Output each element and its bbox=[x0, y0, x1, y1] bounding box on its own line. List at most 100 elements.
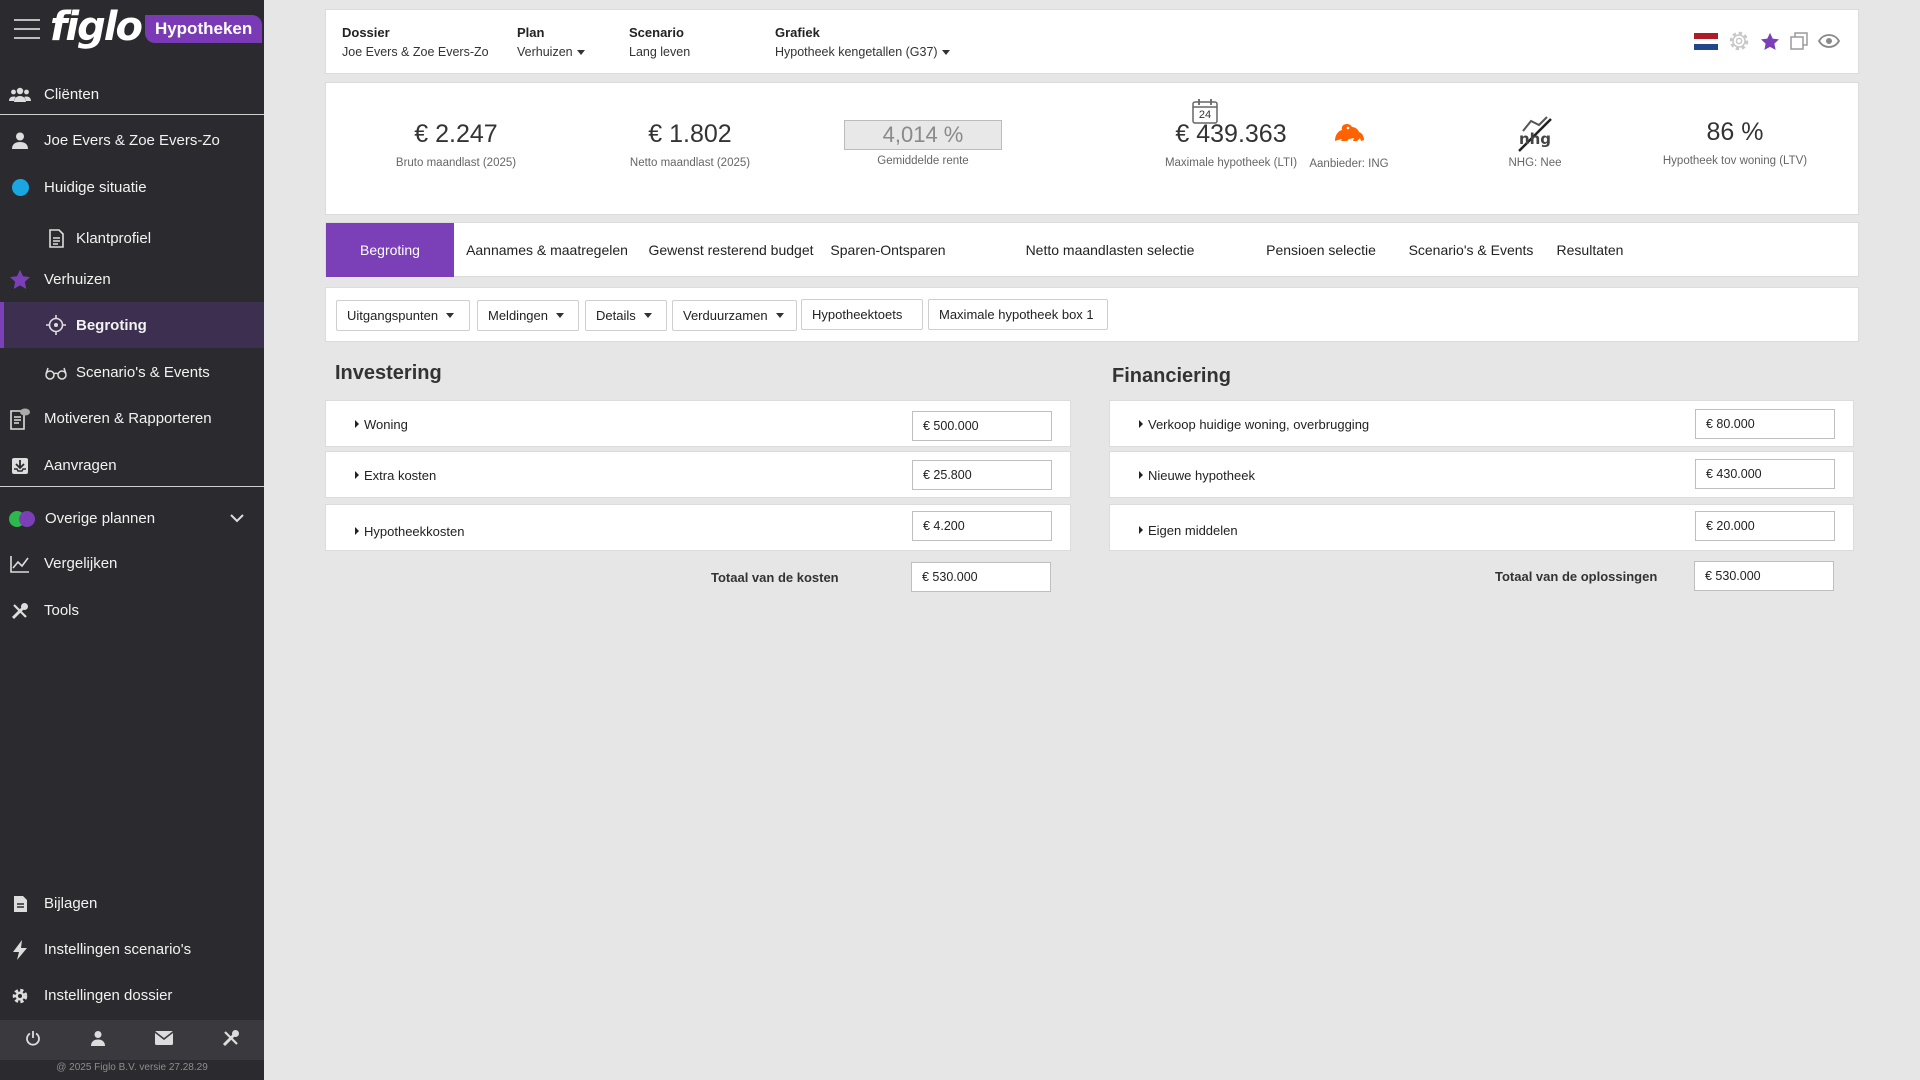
copy-icon[interactable] bbox=[1790, 32, 1808, 55]
sidebar-item-label: Tools bbox=[44, 602, 80, 619]
grafiek-dropdown[interactable]: Grafiek Hypotheek kengetallen (G37) bbox=[775, 25, 950, 59]
power-icon[interactable] bbox=[25, 1030, 41, 1051]
sidebar-item-aanvragen[interactable]: Aanvragen bbox=[0, 449, 264, 482]
tab-aannames[interactable]: Aannames & maatregelen bbox=[454, 223, 640, 277]
total-oplossingen-label: Totaal van de oplossingen bbox=[1495, 569, 1658, 584]
chevron-down-icon[interactable] bbox=[230, 510, 244, 527]
settings-icon[interactable] bbox=[1728, 30, 1750, 57]
plan-label: Plan bbox=[517, 25, 545, 40]
sidebar-item-instellingen-dossier[interactable]: Instellingen dossier bbox=[0, 979, 264, 1012]
sidebar-item-clienten[interactable]: Cliënten bbox=[0, 78, 264, 111]
sidebar-item-label: Huidige situatie bbox=[44, 179, 147, 196]
uitgangspunten-dropdown[interactable]: Uitgangspunten bbox=[336, 300, 470, 331]
tab-scenarios[interactable]: Scenario's & Events bbox=[1386, 223, 1556, 277]
tab-resultaten[interactable]: Resultaten bbox=[1538, 223, 1642, 277]
nhg-label: NHG: Nee bbox=[1508, 157, 1562, 169]
mail-icon[interactable] bbox=[154, 1030, 173, 1050]
caret-down-icon bbox=[556, 313, 564, 318]
hypotheekkosten-input[interactable]: € 4.200 bbox=[912, 511, 1052, 541]
total-oplossingen-value: € 530.000 bbox=[1694, 561, 1834, 591]
eigen-middelen-input[interactable]: € 20.000 bbox=[1695, 511, 1835, 541]
figlo-logo: figlo bbox=[50, 4, 143, 50]
verkoop-input[interactable]: € 80.000 bbox=[1695, 409, 1835, 439]
sidebar-item-tools[interactable]: Tools bbox=[0, 594, 264, 627]
tab-bar: Begroting Aannames & maatregelen Gewenst… bbox=[325, 222, 1859, 277]
toolbar: Uitgangspunten Meldingen Details Verduur… bbox=[325, 287, 1859, 342]
sidebar-item-huidige-situatie[interactable]: Huidige situatie bbox=[0, 171, 264, 204]
tab-gewenst-budget[interactable]: Gewenst resterend budget bbox=[640, 223, 822, 277]
bruto-value: € 2.247 bbox=[414, 120, 498, 148]
lightning-icon bbox=[9, 939, 31, 960]
sidebar-item-klantprofiel[interactable]: Klantprofiel bbox=[0, 222, 264, 255]
sidebar-item-overige-plannen[interactable]: Overige plannen bbox=[0, 502, 264, 535]
sidebar-item-label: Joe Evers & Zoe Evers-Zo bbox=[44, 132, 220, 149]
dossier-label: Dossier bbox=[342, 25, 390, 40]
extra-kosten-input[interactable]: € 25.800 bbox=[912, 460, 1052, 490]
investering-row-hypotheekkosten[interactable]: Hypotheekkosten € 4.200 bbox=[325, 504, 1071, 551]
financiering-row-eigen-middelen[interactable]: Eigen middelen € 20.000 bbox=[1109, 504, 1854, 551]
ing-lion-icon bbox=[1249, 119, 1449, 147]
tab-sparen[interactable]: Sparen-Ontsparen bbox=[822, 223, 954, 277]
verduurzamen-dropdown[interactable]: Verduurzamen bbox=[672, 300, 797, 331]
sidebar-item-bijlagen[interactable]: Bijlagen bbox=[0, 887, 264, 920]
sidebar-item-begroting[interactable]: Begroting bbox=[0, 302, 264, 348]
woning-input[interactable]: € 500.000 bbox=[912, 411, 1052, 441]
tab-pensioen[interactable]: Pensioen selectie bbox=[1232, 223, 1410, 277]
uitgangspunten-label: Uitgangspunten bbox=[347, 308, 439, 323]
target-icon bbox=[45, 315, 67, 335]
dutch-flag-icon[interactable] bbox=[1694, 32, 1718, 55]
copyright-text: @ 2025 Figlo B.V. versie 27.28.29 bbox=[56, 1062, 208, 1073]
financiering-row-nieuwe-hypotheek[interactable]: Nieuwe hypotheek € 430.000 bbox=[1109, 451, 1854, 498]
tab-netto-maandlasten[interactable]: Netto maandlasten selectie bbox=[1006, 223, 1214, 277]
hypotheektoets-button[interactable]: Hypotheektoets bbox=[801, 299, 923, 330]
nhg-logo-text: nhg bbox=[1518, 130, 1552, 148]
bruto-label: Bruto maandlast (2025) bbox=[395, 157, 517, 169]
sidebar-item-client[interactable]: Joe Evers & Zoe Evers-Zo bbox=[0, 124, 264, 157]
hamburger-menu-icon[interactable] bbox=[14, 19, 40, 39]
financiering-row-verkoop[interactable]: Verkoop huidige woning, overbrugging € 8… bbox=[1109, 400, 1854, 447]
dossier-block: Dossier Joe Evers & Zoe Evers-Zo bbox=[342, 25, 489, 59]
gear-icon bbox=[9, 987, 31, 1005]
row-label: Verkoop huidige woning, overbrugging bbox=[1139, 417, 1369, 432]
sidebar-item-instellingen-scenario[interactable]: Instellingen scenario's bbox=[0, 933, 264, 966]
sidebar-item-label: Motiveren & Rapporteren bbox=[44, 410, 212, 427]
favorite-star-icon[interactable] bbox=[1760, 32, 1780, 56]
plan-dropdown[interactable]: Plan Verhuizen bbox=[517, 25, 585, 59]
kpi-bruto: € 2.247 Bruto maandlast (2025) bbox=[356, 120, 556, 169]
calendar-icon[interactable]: 24 bbox=[1191, 97, 1219, 125]
sidebar-item-scenarios[interactable]: Scenario's & Events bbox=[0, 356, 264, 389]
tools-icon[interactable] bbox=[222, 1029, 240, 1052]
investering-title: Investering bbox=[335, 362, 442, 384]
scenario-block[interactable]: Scenario Lang leven bbox=[629, 25, 690, 59]
expand-arrow-icon bbox=[355, 420, 359, 428]
kpi-nhg: nhg NHG: Nee bbox=[1435, 113, 1635, 169]
rente-label: Gemiddelde rente bbox=[877, 155, 969, 167]
profile-icon[interactable] bbox=[90, 1030, 106, 1051]
divider bbox=[0, 114, 264, 115]
glasses-icon bbox=[45, 366, 67, 380]
sidebar-item-label: Bijlagen bbox=[44, 895, 98, 912]
product-badge: Hypotheken bbox=[144, 15, 263, 43]
rente-value[interactable]: 4,014 % bbox=[844, 120, 1002, 150]
plan-value: Verhuizen bbox=[517, 45, 573, 59]
row-label: Hypotheekkosten bbox=[355, 524, 464, 539]
max-hypotheek-box1-button[interactable]: Maximale hypotheek box 1 bbox=[928, 299, 1108, 330]
sidebar-item-label: Instellingen dossier bbox=[44, 987, 173, 1004]
meldingen-dropdown[interactable]: Meldingen bbox=[477, 300, 579, 331]
tab-begroting[interactable]: Begroting bbox=[326, 223, 454, 277]
details-dropdown[interactable]: Details bbox=[585, 300, 667, 331]
kpi-rente: 4,014 % Gemiddelde rente bbox=[823, 120, 1023, 167]
sidebar-item-verhuizen[interactable]: Verhuizen bbox=[0, 263, 264, 296]
scenario-value: Lang leven bbox=[629, 45, 691, 59]
nieuwe-hypotheek-input[interactable]: € 430.000 bbox=[1695, 459, 1835, 489]
expand-arrow-icon bbox=[355, 527, 359, 535]
investering-row-extra-kosten[interactable]: Extra kosten € 25.800 bbox=[325, 451, 1071, 498]
sidebar-item-label: Instellingen scenario's bbox=[44, 941, 192, 958]
eye-icon[interactable] bbox=[1817, 34, 1841, 53]
investering-row-woning[interactable]: Woning € 500.000 bbox=[325, 400, 1071, 447]
plans-dots-icon bbox=[8, 510, 36, 528]
row-label: Nieuwe hypotheek bbox=[1139, 468, 1255, 483]
sidebar-item-motiveren[interactable]: Motiveren & Rapporteren bbox=[0, 402, 264, 435]
kpi-netto: € 1.802 Netto maandlast (2025) bbox=[590, 120, 790, 169]
sidebar-item-vergelijken[interactable]: Vergelijken bbox=[0, 547, 264, 580]
